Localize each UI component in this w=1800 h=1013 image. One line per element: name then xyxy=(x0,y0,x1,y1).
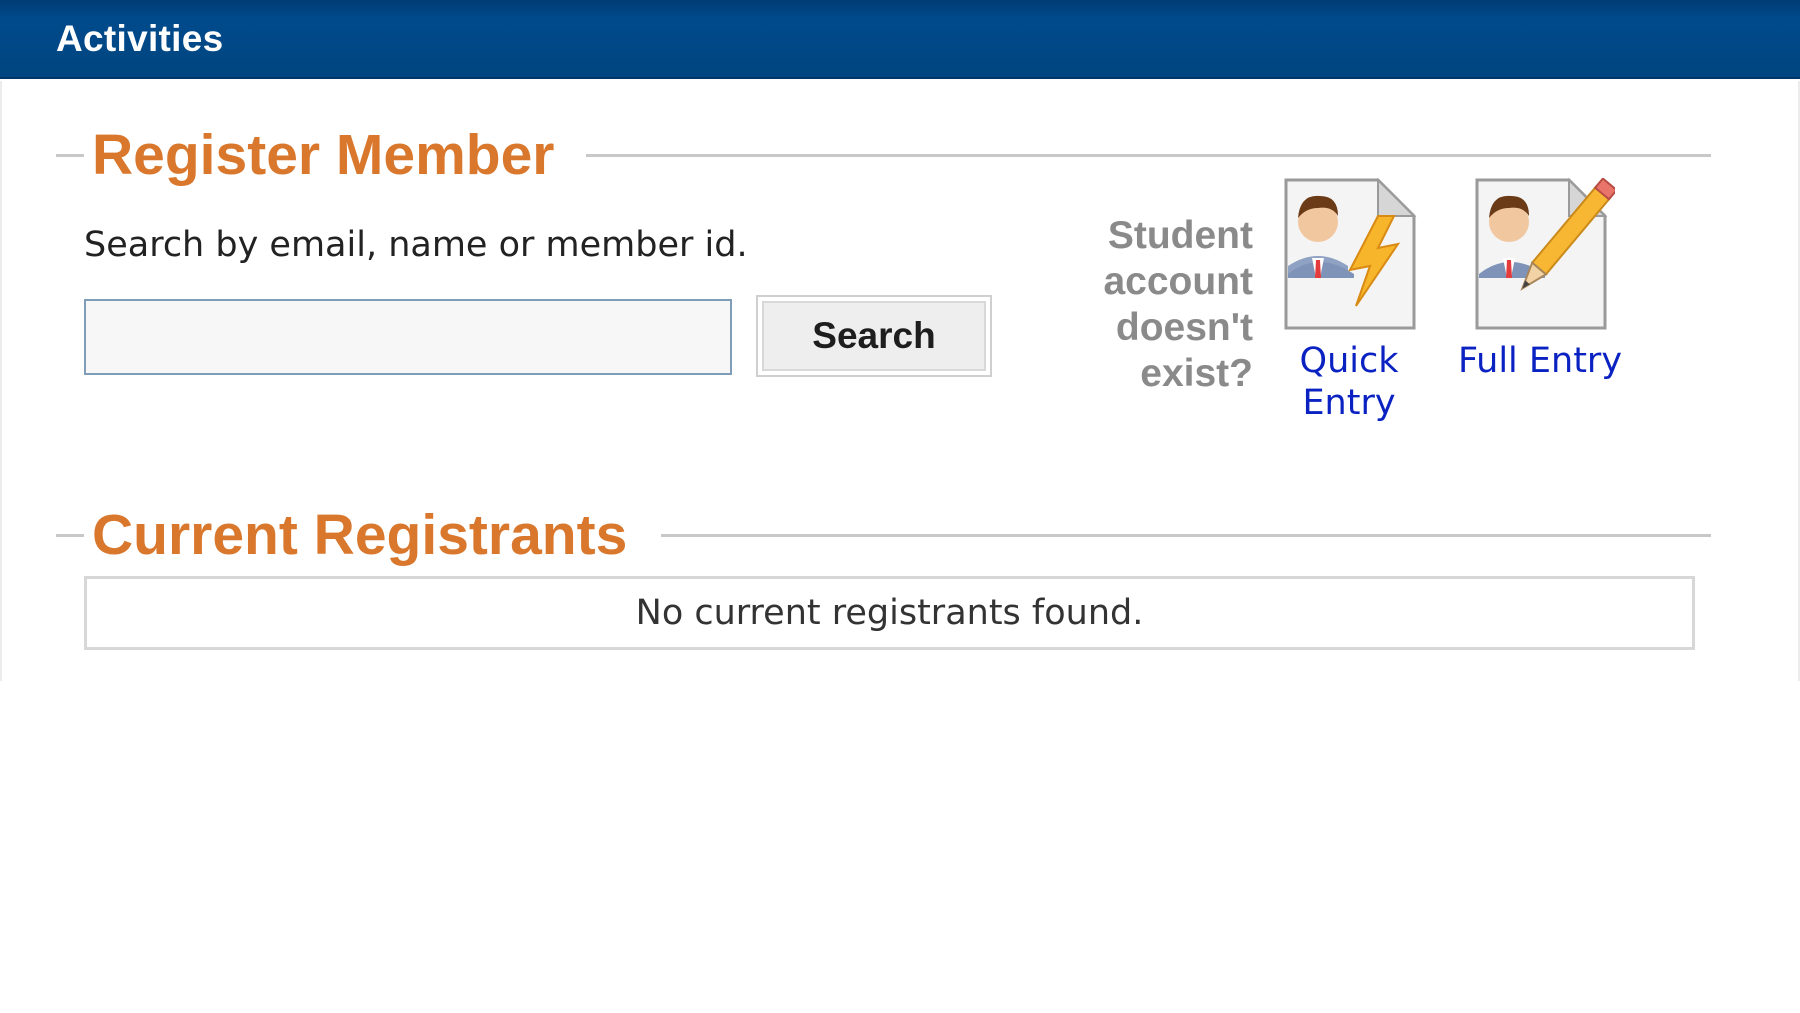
legend-divider xyxy=(56,154,84,157)
register-member-legend: Register Member xyxy=(56,125,1711,185)
legend-divider xyxy=(56,534,84,537)
full-entry-link[interactable]: Full Entry xyxy=(1450,177,1630,382)
register-member-heading: Register Member xyxy=(92,123,555,187)
quick-entry-link[interactable]: Quick Entry xyxy=(1259,177,1439,424)
full-entry-label[interactable]: Full Entry xyxy=(1450,340,1630,382)
legend-divider xyxy=(661,534,1711,537)
person-pencil-icon xyxy=(1465,177,1619,334)
quick-entry-label[interactable]: Quick Entry xyxy=(1294,340,1404,424)
person-lightning-icon xyxy=(1274,177,1424,334)
top-bar: Activities xyxy=(0,0,1800,79)
search-label: Search by email, name or member id. xyxy=(84,225,748,265)
registrants-empty-state: No current registrants found. xyxy=(84,576,1695,650)
current-registrants-legend: Current Registrants xyxy=(56,505,1711,565)
page-title: Activities xyxy=(56,18,224,59)
legend-divider xyxy=(586,154,1711,157)
search-button[interactable]: Search xyxy=(756,295,992,377)
no-account-prompt: Student account doesn't exist? xyxy=(1103,214,1253,395)
member-search-input[interactable] xyxy=(84,299,732,375)
empty-message: No current registrants found. xyxy=(635,593,1144,633)
current-registrants-heading: Current Registrants xyxy=(92,503,628,567)
